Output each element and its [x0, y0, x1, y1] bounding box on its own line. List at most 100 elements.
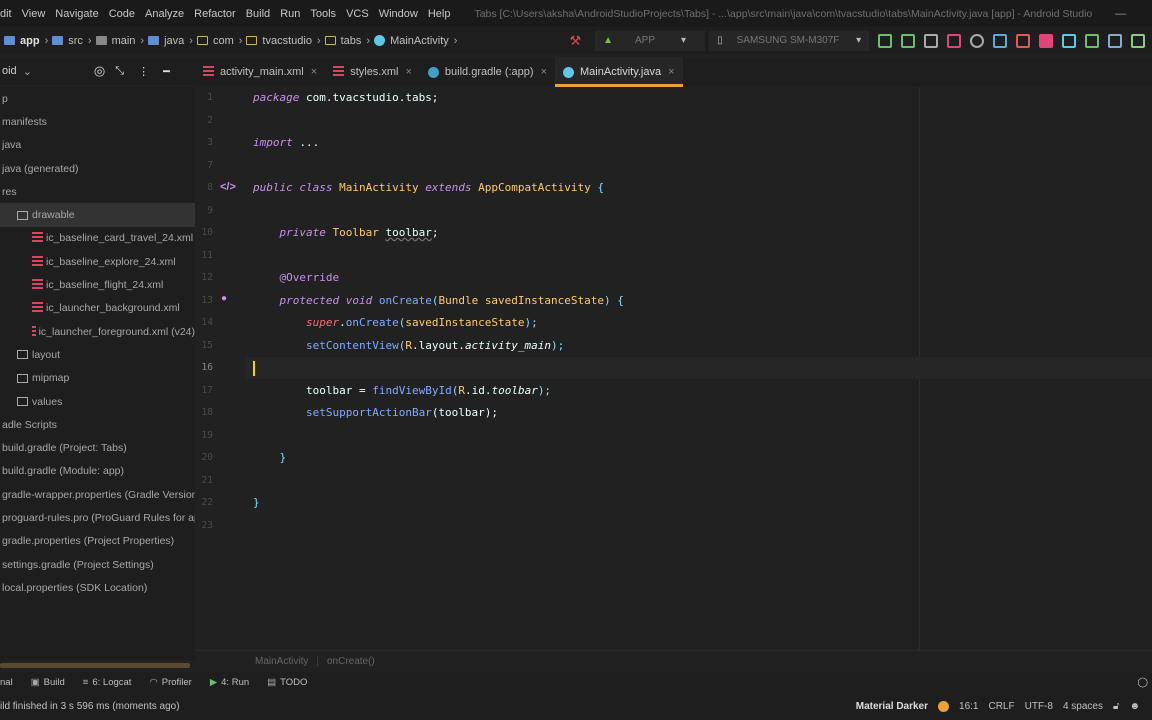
- tool-window-profiler[interactable]: ◠ Profiler: [149, 677, 191, 688]
- build-hammer-icon[interactable]: ⚒: [569, 33, 581, 49]
- event-log-icon[interactable]: ◯: [1137, 677, 1148, 688]
- menu-item-code[interactable]: Code: [109, 8, 135, 20]
- indent-setting[interactable]: 4 spaces: [1063, 701, 1103, 712]
- tree-item[interactable]: layout: [0, 343, 195, 366]
- tool-window-logcat[interactable]: ≡ 6: Logcat: [83, 677, 132, 688]
- breadcrumb-main[interactable]: main ›: [95, 35, 144, 47]
- tree-item[interactable]: ic_baseline_explore_24.xml: [0, 250, 195, 273]
- code-token: );: [551, 338, 565, 352]
- menu-item-analyze[interactable]: Analyze: [145, 8, 184, 20]
- tool-window-terminal[interactable]: nal: [0, 677, 13, 688]
- tree-item[interactable]: manifests: [0, 110, 195, 133]
- breadcrumb-tvacstudio[interactable]: tvacstudio ›: [246, 35, 321, 47]
- tree-item[interactable]: gradle-wrapper.properties (Gradle Versio…: [0, 483, 195, 506]
- tree-item[interactable]: gradle.properties (Project Properties): [0, 530, 195, 553]
- close-icon[interactable]: ×: [668, 66, 674, 78]
- tree-item[interactable]: java: [0, 134, 195, 157]
- apply-changes-icon[interactable]: [901, 33, 916, 48]
- tree-item[interactable]: mipmap: [0, 367, 195, 390]
- layout-icon[interactable]: [1062, 33, 1077, 48]
- chevron-down-icon[interactable]: ⌄: [23, 65, 32, 78]
- theme-icon[interactable]: [938, 700, 950, 712]
- menu-item-help[interactable]: Help: [428, 8, 451, 20]
- tool-window-build[interactable]: ▣ Build: [31, 677, 65, 688]
- attach-debugger-icon[interactable]: [1016, 33, 1031, 48]
- coverage-icon[interactable]: [924, 33, 939, 48]
- device-select[interactable]: ▯ SAMSUNG SM-M307F ▾: [709, 30, 870, 51]
- gradle-icon[interactable]: [1108, 33, 1123, 48]
- file-encoding[interactable]: UTF-8: [1025, 701, 1053, 712]
- tab-build-gradle-app-[interactable]: build.gradle (:app) ×: [420, 57, 555, 87]
- breadcrumb-mainactivity[interactable]: MainActivity ›: [374, 35, 457, 47]
- menu-item-refactor[interactable]: Refactor: [194, 8, 236, 20]
- line-separator[interactable]: CRLF: [988, 701, 1014, 712]
- breadcrumb-app[interactable]: app ›: [4, 35, 48, 47]
- tree-item-label: ic_launcher_foreground.xml (v24): [38, 325, 195, 338]
- more-icon[interactable]: ⋮: [138, 65, 149, 78]
- tool-window-todo[interactable]: ▤ TODO: [267, 677, 307, 688]
- close-icon[interactable]: ×: [311, 66, 317, 78]
- cursor-position[interactable]: 16:1: [959, 701, 978, 712]
- breadcrumb-label: src: [68, 34, 83, 47]
- tree-item[interactable]: ic_launcher_foreground.xml (v24): [0, 320, 195, 343]
- lock-icon[interactable]: 🔓︎: [1113, 701, 1119, 712]
- menu-item-run[interactable]: Run: [280, 8, 300, 20]
- code-token: findViewById: [372, 383, 452, 397]
- menu-item-window[interactable]: Window: [379, 8, 418, 20]
- tree-item[interactable]: build.gradle (Module: app): [0, 460, 195, 483]
- stop-icon[interactable]: [1039, 33, 1054, 48]
- tree-item[interactable]: drawable: [0, 203, 195, 227]
- breadcrumb-method[interactable]: onCreate(): [327, 656, 375, 667]
- code-gutter-icon[interactable]: </>: [220, 181, 236, 193]
- sidebar-scrollbar[interactable]: [0, 663, 190, 668]
- tree-item[interactable]: settings.gradle (Project Settings): [0, 553, 195, 576]
- breadcrumb-src[interactable]: src ›: [52, 34, 92, 47]
- terminal-icon[interactable]: [1085, 33, 1100, 48]
- collapse-icon[interactable]: ⤡: [115, 65, 124, 78]
- android-icon: ▲: [603, 35, 613, 46]
- hide-icon[interactable]: ━: [163, 65, 170, 78]
- face-icon[interactable]: ☻: [1129, 701, 1140, 712]
- minimize-icon[interactable]: —: [1115, 8, 1126, 20]
- menu-item-dit[interactable]: dit: [0, 8, 12, 20]
- refresh-icon[interactable]: [878, 33, 893, 48]
- status-message[interactable]: ild finished in 3 s 596 ms (moments ago): [0, 701, 180, 712]
- code-line: package com.tvacstudio.tabs;: [253, 91, 438, 104]
- menu-item-vcs[interactable]: VCS: [346, 8, 369, 20]
- tree-item[interactable]: proguard-rules.pro (ProGuard Rules for a…: [0, 506, 195, 529]
- attach-icon[interactable]: [970, 33, 985, 48]
- tree-item[interactable]: ic_launcher_background.xml: [0, 297, 195, 320]
- tree-item[interactable]: values: [0, 390, 195, 413]
- tree-item[interactable]: java (generated): [0, 157, 195, 180]
- tree-item[interactable]: adle Scripts: [0, 413, 195, 436]
- theme-label[interactable]: Material Darker: [856, 701, 928, 712]
- run-config-select[interactable]: ▲ APP ▾: [595, 30, 706, 51]
- tree-item[interactable]: ic_baseline_flight_24.xml: [0, 273, 195, 296]
- tree-item[interactable]: p: [0, 87, 195, 110]
- tab-mainactivity-java[interactable]: MainActivity.java ×: [555, 57, 683, 87]
- close-icon[interactable]: ×: [541, 66, 547, 78]
- tab-styles-xml[interactable]: styles.xml ×: [325, 57, 420, 87]
- menu-item-navigate[interactable]: Navigate: [55, 8, 98, 20]
- breadcrumb-class[interactable]: MainActivity: [255, 656, 308, 667]
- tree-item[interactable]: ic_baseline_card_travel_24.xml: [0, 227, 195, 250]
- breadcrumb-tabs[interactable]: tabs ›: [324, 35, 370, 47]
- tree-item[interactable]: res: [0, 180, 195, 203]
- menu-item-view[interactable]: View: [22, 8, 46, 20]
- profile-icon[interactable]: [993, 33, 1008, 48]
- project-view-selector[interactable]: oid: [2, 65, 17, 77]
- tree-item[interactable]: local.properties (SDK Location): [0, 576, 195, 599]
- override-gutter-icon[interactable]: ●: [221, 293, 227, 304]
- menu-item-tools[interactable]: Tools: [310, 8, 336, 20]
- chevron-right-icon: ›: [44, 34, 49, 47]
- tool-window-run[interactable]: ▶ 4: Run: [210, 677, 249, 688]
- tab-activity-main-xml[interactable]: activity_main.xml ×: [195, 57, 325, 87]
- menu-item-build[interactable]: Build: [246, 8, 270, 20]
- debug-icon[interactable]: [947, 33, 962, 48]
- close-icon[interactable]: ×: [405, 66, 411, 78]
- breadcrumb-java[interactable]: java ›: [148, 35, 193, 47]
- breadcrumb-com[interactable]: com ›: [196, 35, 242, 47]
- device-manager-icon[interactable]: [1131, 33, 1146, 48]
- tree-item[interactable]: build.gradle (Project: Tabs): [0, 436, 195, 459]
- locate-icon[interactable]: ◎: [94, 63, 105, 79]
